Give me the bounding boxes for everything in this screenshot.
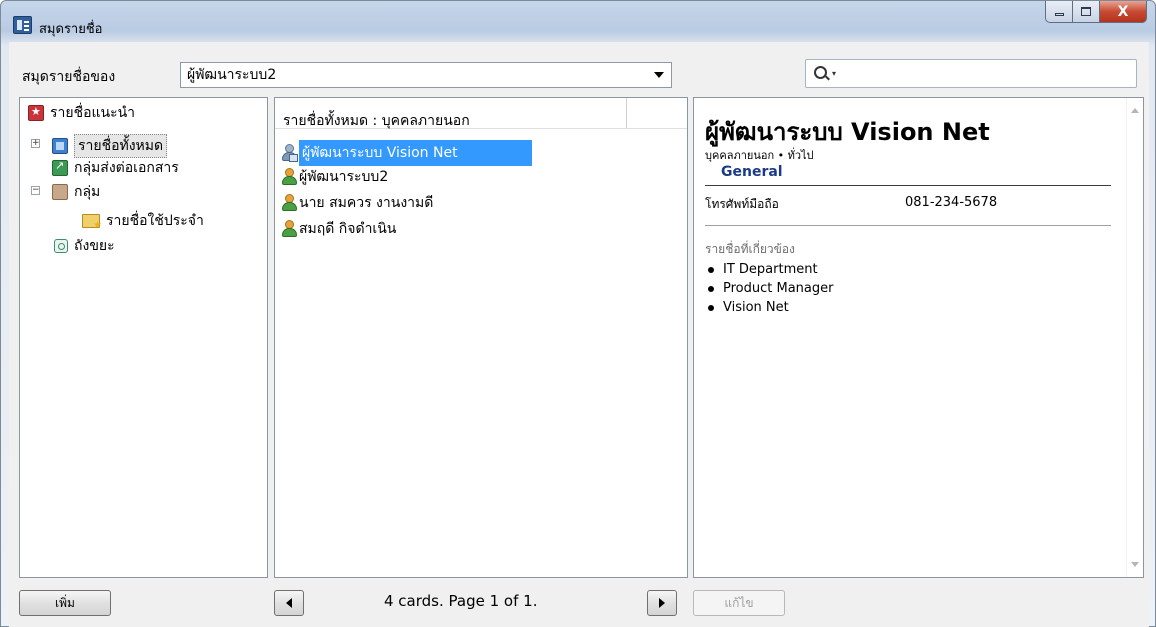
related-contact-item: Product Manager [705, 279, 833, 298]
mobile-phone-label: โทรศัพท์มือถือ [705, 197, 779, 211]
related-contacts-list: IT Department Product Manager Vision Net [705, 260, 833, 317]
tree-item-frequent-contacts[interactable]: รายชื่อใช้ประจำ [82, 210, 204, 232]
related-contact-name: IT Department [723, 262, 818, 277]
contact-list-item[interactable]: สมฤดี กิจดำเนิน [281, 218, 396, 240]
arrow-left-icon [286, 598, 292, 608]
field-divider [705, 225, 1111, 226]
tree-item-label: ถังขยะ [74, 238, 115, 254]
contact-detail-subtitle: บุคคลภายนอก • ทั่วไป [705, 149, 814, 162]
related-contacts-title: รายชื่อที่เกี่ยวข้อง [705, 242, 795, 256]
contact-list-column-header[interactable]: รายชื่อทั้งหมด : บุคคลภายนอก [275, 98, 627, 129]
person-icon [281, 220, 297, 238]
mobile-phone-value: 081-234-5678 [905, 195, 998, 210]
previous-page-button[interactable] [274, 590, 304, 616]
add-button-label: เพิ่ม [55, 595, 75, 610]
close-icon: X [1117, 3, 1129, 20]
search-icon[interactable] [814, 66, 827, 79]
title-bar[interactable]: สมุดรายชื่อ X [1, 1, 1155, 41]
tree-item-label: กลุ่มส่งต่อเอกสาร [74, 160, 179, 176]
contact-card-icon [281, 144, 298, 162]
search-input[interactable]: ▾ [805, 59, 1137, 88]
minimize-button[interactable] [1045, 1, 1073, 23]
close-button[interactable]: X [1100, 1, 1147, 23]
section-divider [705, 185, 1111, 186]
favorites-icon [28, 105, 44, 121]
bullet-icon [708, 304, 714, 311]
tree-item-label: รายชื่อทั้งหมด [74, 134, 168, 158]
tree-expand-icon[interactable]: + [31, 139, 40, 148]
contact-name: ผู้พัฒนาระบบ Vision Net [299, 140, 532, 166]
maximize-button[interactable] [1073, 1, 1100, 23]
tree-item-trash[interactable]: ถังขยะ [52, 235, 115, 257]
related-contact-name: Product Manager [723, 281, 834, 296]
contact-list-header-filler [627, 98, 687, 129]
tree-item-label: รายชื่อแนะนำ [50, 105, 136, 121]
group-icon [52, 184, 68, 200]
tree-item-forward-group[interactable]: กลุ่มส่งต่อเอกสาร [52, 157, 179, 179]
forward-group-icon [52, 159, 68, 176]
related-contact-item: Vision Net [705, 298, 833, 317]
all-contacts-icon [52, 138, 68, 154]
bullet-icon [708, 266, 714, 273]
minimize-icon [1054, 12, 1064, 16]
tree-item-all-contacts[interactable]: รายชื่อทั้งหมด [52, 134, 168, 158]
pagination-status: 4 cards. Page 1 of 1. [384, 592, 538, 610]
contact-name: ผู้พัฒนาระบบ2 [299, 169, 389, 185]
search-options-dropdown-icon[interactable]: ▾ [832, 69, 836, 78]
trash-icon [54, 239, 68, 253]
bullet-icon [708, 285, 714, 292]
contact-list-item[interactable]: ผู้พัฒนาระบบ2 [281, 166, 388, 188]
address-book-owner-select[interactable]: ผู้พัฒนาระบบ2 [180, 62, 672, 88]
detail-scrollbar[interactable] [1126, 98, 1143, 577]
window-title: สมุดรายชื่อ [39, 22, 103, 37]
scroll-down-icon[interactable] [1131, 562, 1139, 567]
contact-detail-panel: ผู้พัฒนาระบบ Vision Net บุคคลภายนอก • ทั… [693, 97, 1144, 578]
window-controls: X [1045, 1, 1147, 23]
contact-name: สมฤดี กิจดำเนิน [299, 221, 397, 237]
edit-button-label: แก้ไข [724, 595, 754, 610]
address-book-owner-value: ผู้พัฒนาระบบ2 [187, 67, 277, 83]
tree-collapse-icon[interactable]: − [31, 186, 40, 195]
edit-button[interactable]: แก้ไข [693, 590, 785, 616]
add-button[interactable]: เพิ่ม [19, 590, 111, 616]
related-contact-item: IT Department [705, 260, 833, 279]
tree-item-favorites[interactable]: รายชื่อแนะนำ [28, 102, 135, 124]
arrow-right-icon [659, 598, 665, 608]
person-icon [281, 168, 297, 186]
contact-list-item[interactable]: นาย สมควร งานงามดี [281, 192, 433, 214]
tree-item-label: กลุ่ม [74, 184, 101, 200]
contact-list-item[interactable]: ผู้พัฒนาระบบ Vision Net [281, 140, 532, 166]
related-contact-name: Vision Net [723, 300, 789, 315]
tree-item-groups[interactable]: กลุ่ม [52, 181, 100, 203]
scroll-up-icon[interactable] [1131, 108, 1139, 113]
address-book-app-icon [13, 16, 32, 34]
frequent-folder-icon [82, 214, 102, 231]
contact-name: นาย สมควร งานงามดี [299, 195, 434, 211]
person-icon [281, 194, 297, 212]
folder-tree-panel: รายชื่อแนะนำ + รายชื่อทั้งหมด กลุ่มส่งต่… [19, 97, 268, 578]
tree-item-label: รายชื่อใช้ประจำ [106, 213, 204, 229]
address-book-owner-label: สมุดรายชื่อของ [22, 69, 116, 85]
contact-detail-section-title: General [721, 164, 783, 180]
dropdown-arrow-icon [654, 72, 664, 78]
next-page-button[interactable] [647, 590, 677, 616]
maximize-icon [1081, 7, 1091, 16]
contact-list-panel: รายชื่อทั้งหมด : บุคคลภายนอก ผู้พัฒนาระบ… [274, 97, 688, 578]
